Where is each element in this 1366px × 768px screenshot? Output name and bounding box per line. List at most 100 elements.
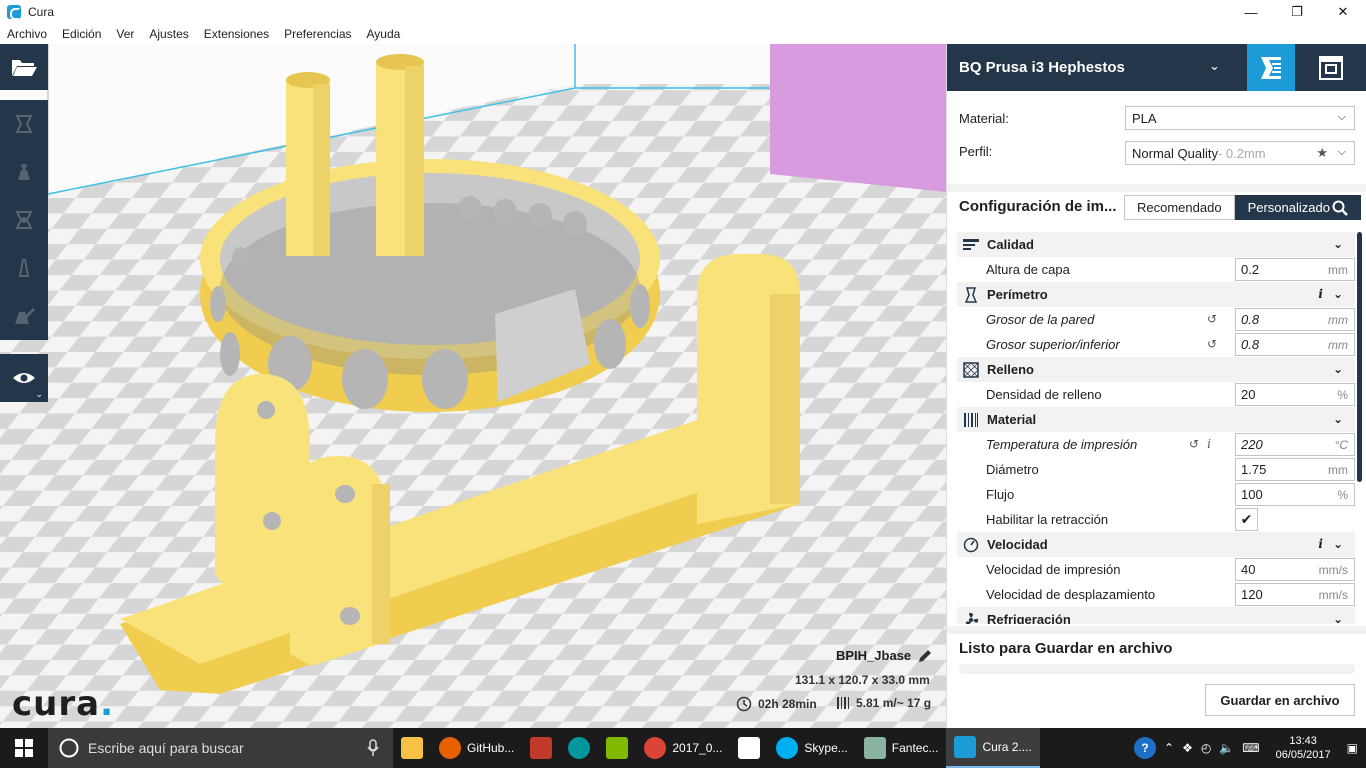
diameter-input[interactable]: 1.75 mm xyxy=(1235,458,1355,481)
translate-tool[interactable] xyxy=(0,100,48,148)
info-icon[interactable]: i xyxy=(1318,537,1323,551)
chevron-down-icon[interactable]: ⌄ xyxy=(1209,58,1220,74)
chrome-taskbar[interactable]: 2017_0... xyxy=(636,728,730,768)
system-tray: ? ⌃ ❖ ◴ 🔈 ⌨ 13:43 06/05/2017 ▣ xyxy=(1134,728,1366,768)
info-icon[interactable]: i xyxy=(1207,437,1211,451)
skype-taskbar[interactable]: Skype... xyxy=(768,728,855,768)
material-label: Material: xyxy=(959,111,1009,126)
infill-density-input[interactable]: 20% xyxy=(1235,383,1355,406)
tab-recommended[interactable]: Recomendado xyxy=(1124,195,1235,220)
reset-icon[interactable]: ↺ xyxy=(1207,337,1217,351)
close-button[interactable]: ✕ xyxy=(1320,0,1366,24)
dropbox-icon[interactable]: ❖ xyxy=(1182,741,1193,755)
category-perimeter[interactable]: Perímetro i ⌄ xyxy=(957,282,1355,307)
profile-select[interactable]: Normal Quality - 0.2mm ★ ⌵ xyxy=(1125,141,1355,165)
menu-extensiones[interactable]: Extensiones xyxy=(204,27,269,41)
perimeter-icon xyxy=(963,286,979,303)
skype-icon xyxy=(776,737,799,759)
microphone-icon[interactable] xyxy=(367,739,379,757)
material-icon xyxy=(963,412,979,428)
per-model-settings-tool[interactable] xyxy=(0,292,48,340)
travel-speed-input[interactable]: 120 mm/s xyxy=(1235,583,1355,606)
keyboard-icon[interactable]: ⌨ xyxy=(1242,741,1259,755)
fantec-taskbar[interactable]: Fantec... xyxy=(856,728,947,768)
start-button[interactable] xyxy=(0,728,48,768)
top-bottom-input[interactable]: 0.8 mm xyxy=(1235,333,1355,356)
firefox-taskbar[interactable]: GitHub... xyxy=(431,728,522,768)
pencil-icon[interactable] xyxy=(917,648,933,664)
firefox-icon xyxy=(439,737,461,759)
arduino-taskbar[interactable] xyxy=(560,728,598,768)
print-speed-input[interactable]: 40 mm/s xyxy=(1235,558,1355,581)
notifications-icon[interactable]: ▣ xyxy=(1347,741,1358,755)
cura-icon xyxy=(954,736,977,758)
scale-tool[interactable] xyxy=(0,148,48,196)
quality-icon xyxy=(963,237,979,253)
wall-thickness-input[interactable]: 0.8 mm xyxy=(1235,308,1355,331)
spool-icon xyxy=(837,697,849,709)
chevron-down-icon: ⌄ xyxy=(1332,237,1343,251)
info-icon[interactable]: i xyxy=(1318,287,1323,301)
open-file-button[interactable] xyxy=(0,44,48,90)
menu-ayuda[interactable]: Ayuda xyxy=(367,27,401,41)
chevron-up-icon[interactable]: ⌃ xyxy=(1164,741,1174,755)
category-infill[interactable]: Relleno ⌄ xyxy=(957,357,1355,382)
app-taskbar[interactable] xyxy=(522,728,560,768)
cura-taskbar[interactable]: Cura 2.... xyxy=(946,728,1040,768)
help-icon[interactable]: ? xyxy=(1134,737,1156,759)
ring-model[interactable] xyxy=(200,159,660,412)
search-icon xyxy=(1332,200,1348,216)
menu-edicion[interactable]: Edición xyxy=(62,27,101,41)
mirror-tool[interactable] xyxy=(0,244,48,292)
per-model-settings-icon xyxy=(15,308,35,324)
view-mode-button[interactable]: ⌄ xyxy=(0,354,48,402)
category-speed[interactable]: Velocidad i ⌄ xyxy=(957,532,1355,557)
reset-icon[interactable]: ↺ xyxy=(1189,437,1199,451)
3d-viewport[interactable] xyxy=(0,44,946,728)
printer-selector[interactable]: BQ Prusa i3 Hephestos xyxy=(959,59,1125,76)
mail-taskbar[interactable] xyxy=(730,728,768,768)
category-cooling[interactable]: Refrigeración ⌄ xyxy=(957,607,1355,624)
maximize-button[interactable]: ❐ xyxy=(1274,0,1320,24)
menu-ver[interactable]: Ver xyxy=(116,27,134,41)
retraction-checkbox[interactable]: ✔ xyxy=(1235,508,1258,531)
menu-bar: Archivo Edición Ver Ajustes Extensiones … xyxy=(0,24,1366,44)
minimize-button[interactable]: — xyxy=(1228,0,1274,24)
rotate-icon xyxy=(15,211,33,229)
build-plate-scene xyxy=(0,44,946,728)
fantec-icon xyxy=(863,737,886,759)
monitor-mode-button[interactable] xyxy=(1307,44,1355,91)
temperature-input[interactable]: 220 °C xyxy=(1235,433,1355,456)
arduino-icon xyxy=(568,737,591,759)
cura-app-icon xyxy=(7,5,21,20)
reset-icon[interactable]: ↺ xyxy=(1207,312,1217,326)
category-quality[interactable]: Calidad ⌄ xyxy=(957,232,1355,257)
save-to-file-button[interactable]: Guardar en archivo xyxy=(1205,684,1355,716)
office-icon xyxy=(606,737,629,759)
menu-ajustes[interactable]: Ajustes xyxy=(149,27,188,41)
speedometer-icon xyxy=(963,537,979,553)
volume-icon[interactable]: 🔈 xyxy=(1219,741,1234,755)
job-name: BPIH_Jbase xyxy=(836,648,912,663)
category-material[interactable]: Material ⌄ xyxy=(957,407,1355,432)
clock[interactable]: 13:43 06/05/2017 xyxy=(1276,734,1331,762)
settings-list[interactable]: Calidad ⌄ Altura de capa 0.2 mm Perímetro… xyxy=(957,232,1355,624)
star-icon[interactable]: ★ xyxy=(1316,145,1328,161)
scale-icon xyxy=(18,164,30,180)
menu-archivo[interactable]: Archivo xyxy=(7,27,47,41)
taskbar-search[interactable]: Escribe aquí para buscar xyxy=(48,728,393,768)
chevron-down-icon: ⌄ xyxy=(1332,287,1343,301)
prepare-mode-button[interactable] xyxy=(1247,44,1295,91)
settings-scrollbar[interactable] xyxy=(1357,232,1362,482)
tab-custom[interactable]: Personalizado xyxy=(1234,195,1361,220)
menu-preferencias[interactable]: Preferencias xyxy=(284,27,351,41)
flow-input[interactable]: 100% xyxy=(1235,483,1355,506)
rotate-tool[interactable] xyxy=(0,196,48,244)
layer-height-input[interactable]: 0.2 mm xyxy=(1235,258,1355,281)
office-taskbar[interactable] xyxy=(598,728,636,768)
wifi-icon[interactable]: ◴ xyxy=(1201,741,1211,755)
cortana-icon xyxy=(59,738,79,758)
window-title: Cura xyxy=(28,5,55,19)
material-select[interactable]: PLA ⌵ xyxy=(1125,106,1355,130)
file-explorer-taskbar[interactable] xyxy=(393,728,431,768)
